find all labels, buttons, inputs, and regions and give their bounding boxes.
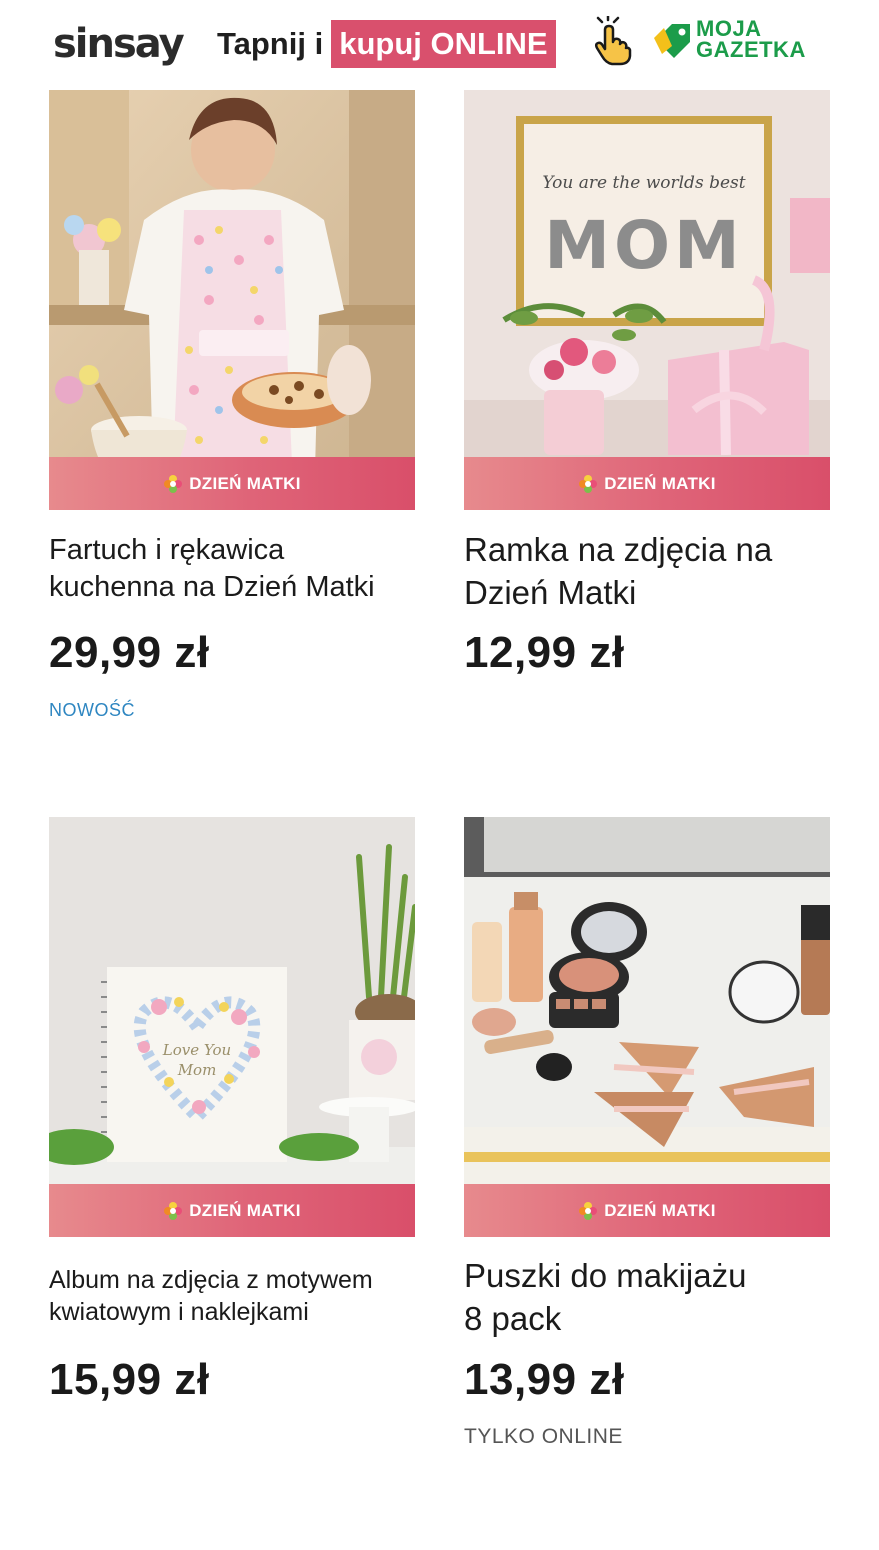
top-banner: sinsay Tapnij i kupuj ONLINE MOJA GAZETK… [0,0,879,90]
tap-hand-icon [588,13,634,66]
new-tag: NOWOŚĆ [49,700,135,720]
title-line: kuchenna na Dzień Matki [49,571,375,603]
frame-word: MOM [544,207,743,284]
product-image[interactable]: DZIEŃ MATKI [49,90,415,510]
album-caption-line1: Love You [162,1041,231,1059]
title-line: Dzień Matki [464,574,637,611]
title-line: Fartuch i rękawica [49,534,285,566]
product-price: 15,99 zł [49,1355,210,1404]
product-title[interactable]: Album na zdjęcia z motywem kwiatowym i n… [49,1264,373,1328]
product-title[interactable]: Ramka na zdjęcia na Dzień Matki [464,528,772,614]
price-tag-icon [654,24,690,58]
product-price: 13,99 zł [464,1355,625,1404]
flower-icon [579,474,598,493]
title-line: kwiatowym i naklejkami [49,1298,309,1326]
frame-caption: You are the worlds best [542,173,745,193]
mothers-day-badge: DZIEŃ MATKI [49,1184,415,1237]
badge-label: DZIEŃ MATKI [604,1200,716,1220]
product-image[interactable]: You are the worlds best MOM DZIEŃ MATKI [464,90,830,510]
online-only-tag: TYLKO ONLINE [464,1425,623,1448]
product-image[interactable]: Love You Mom DZIEŃ MATKI [49,817,415,1237]
shop-online-cta[interactable]: Tapnij i kupuj ONLINE [217,20,556,68]
badge-label: DZIEŃ MATKI [189,473,301,493]
product-card[interactable]: Love You Mom DZIEŃ MATKI Album na zdjęci… [49,817,415,1457]
partner-line1: MOJA [696,16,762,41]
title-line: Album na zdjęcia z motywem [49,1266,373,1294]
mothers-day-badge: DZIEŃ MATKI [464,457,830,510]
product-card[interactable]: DZIEŃ MATKI Fartuch i rękawica kuchenna … [49,90,415,730]
cta-highlight: kupuj ONLINE [331,20,556,68]
flower-icon [579,1201,598,1220]
title-line: 8 pack [464,1300,562,1337]
badge-label: DZIEŃ MATKI [604,473,716,493]
product-price: 12,99 zł [464,628,625,677]
cta-text: Tapnij i [217,26,324,61]
product-price: 29,99 zł [49,628,210,677]
title-line: Puszki do makijażu [464,1257,747,1294]
moja-gazetka-logo[interactable]: MOJA GAZETKA [652,18,832,64]
partner-line2: GAZETKA [696,37,806,62]
product-card[interactable]: DZIEŃ MATKI Puszki do makijażu 8 pack 13… [464,817,830,1457]
product-title[interactable]: Puszki do makijażu 8 pack [464,1254,746,1340]
album-caption-line2: Mom [177,1061,217,1079]
flower-icon [164,1201,183,1220]
partner-name: MOJA GAZETKA [696,16,806,62]
mothers-day-badge: DZIEŃ MATKI [464,1184,830,1237]
title-line: Ramka na zdjęcia na [464,531,773,568]
product-card[interactable]: You are the worlds best MOM DZIEŃ MATKI … [464,90,830,730]
flower-icon [164,474,183,493]
product-title[interactable]: Fartuch i rękawica kuchenna na Dzień Mat… [49,532,375,606]
badge-label: DZIEŃ MATKI [189,1200,301,1220]
mothers-day-badge: DZIEŃ MATKI [49,457,415,510]
sinsay-logo[interactable]: sinsay [53,18,185,70]
product-image[interactable]: DZIEŃ MATKI [464,817,830,1237]
